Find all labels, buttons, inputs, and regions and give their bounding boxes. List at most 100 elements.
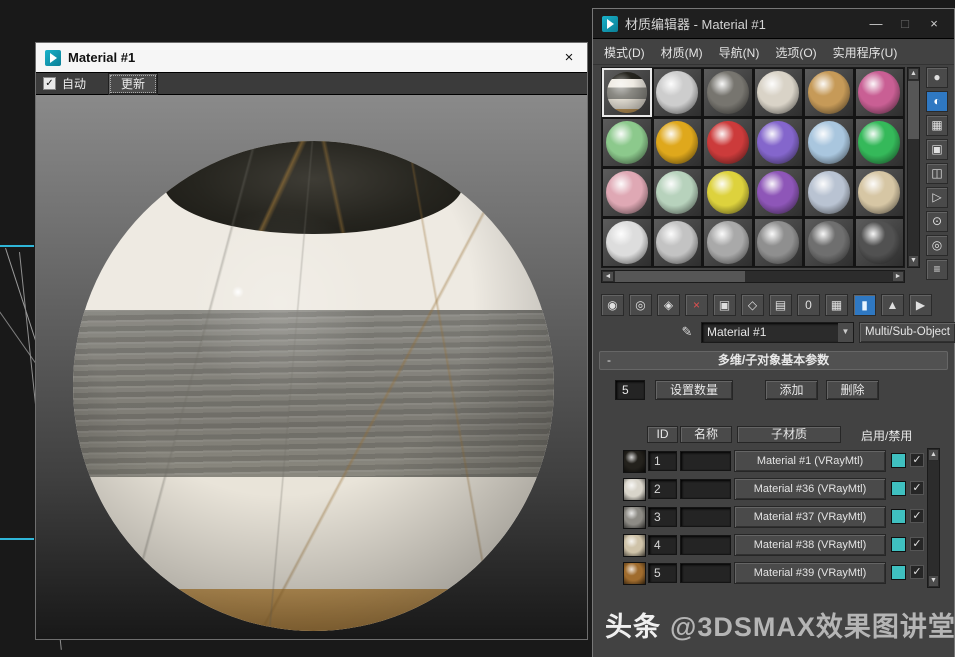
sample-slot-1[interactable] [602, 68, 652, 117]
submaterial-thumbnail[interactable] [623, 506, 646, 529]
id-column-header[interactable]: ID [647, 426, 678, 443]
reset-material-icon[interactable]: × [685, 294, 708, 316]
sample-uv-tiling-icon[interactable]: ▣ [926, 139, 948, 160]
submaterial-button[interactable]: Material #1 (VRayMtl) [734, 450, 886, 472]
scroll-thumb[interactable] [615, 271, 745, 282]
options-icon[interactable]: ⊙ [926, 211, 948, 232]
go-parent-icon[interactable]: ▲ [881, 294, 904, 316]
video-color-check-icon[interactable]: ◫ [926, 163, 948, 184]
put-material-scene-icon[interactable]: ◎ [629, 294, 652, 316]
assign-material-icon[interactable]: ◈ [657, 294, 680, 316]
submaterial-button[interactable]: Material #36 (VRayMtl) [734, 478, 886, 500]
sample-slot-18[interactable] [855, 168, 905, 217]
submaterial-color-swatch[interactable] [891, 509, 906, 524]
menu-item-4[interactable]: 选项(O) [775, 44, 816, 61]
sample-slot-17[interactable] [804, 168, 854, 217]
collapse-icon[interactable]: - [607, 352, 611, 369]
scroll-down-icon[interactable]: ▼ [908, 255, 919, 267]
submaterial-thumbnail[interactable] [623, 450, 646, 473]
scroll-up-icon[interactable]: ▲ [908, 68, 919, 80]
material-name-dropdown[interactable]: Material #1 ▼ [701, 322, 854, 343]
get-material-icon[interactable]: ◉ [601, 294, 624, 316]
select-by-material-icon[interactable]: ◎ [926, 235, 948, 256]
scroll-down-icon[interactable]: ▼ [928, 575, 939, 587]
sample-type-icon[interactable]: ● [926, 67, 948, 88]
submaterial-enable-checkbox[interactable]: ✓ [910, 537, 924, 551]
show-end-result-icon[interactable]: ▮ [853, 294, 876, 316]
go-sibling-icon[interactable]: ▶ [909, 294, 932, 316]
add-button[interactable]: 添加 [765, 380, 818, 400]
sample-slot-11[interactable] [804, 118, 854, 167]
submaterial-color-swatch[interactable] [891, 537, 906, 552]
sample-slot-3[interactable] [703, 68, 753, 117]
sample-slot-9[interactable] [703, 118, 753, 167]
submaterial-button[interactable]: Material #38 (VRayMtl) [734, 534, 886, 556]
maximize-icon[interactable]: □ [894, 16, 916, 31]
menu-item-2[interactable]: 材质(M) [661, 44, 703, 61]
close-icon[interactable]: × [923, 16, 945, 31]
submaterial-thumbnail[interactable] [623, 478, 646, 501]
submaterial-name-input[interactable] [680, 563, 731, 583]
material-type-button[interactable]: Multi/Sub-Object [859, 322, 955, 343]
submaterial-enable-checkbox[interactable]: ✓ [910, 565, 924, 579]
sample-slot-7[interactable] [602, 118, 652, 167]
submaterial-thumbnail[interactable] [623, 534, 646, 557]
sample-slot-24[interactable] [855, 218, 905, 267]
submaterial-name-input[interactable] [680, 451, 731, 471]
show-map-viewport-icon[interactable]: ▦ [825, 294, 848, 316]
sample-slot-22[interactable] [754, 218, 804, 267]
menu-item-3[interactable]: 导航(N) [719, 44, 760, 61]
sample-hscrollbar[interactable]: ◄ ► [601, 270, 905, 283]
submaterial-name-input[interactable] [680, 479, 731, 499]
sample-slot-4[interactable] [754, 68, 804, 117]
name-column-header[interactable]: 名称 [680, 426, 732, 443]
submaterial-button[interactable]: Material #37 (VRayMtl) [734, 506, 886, 528]
submaterial-color-swatch[interactable] [891, 565, 906, 580]
menu-item-1[interactable]: 模式(D) [604, 44, 645, 61]
make-preview-icon[interactable]: ▷ [926, 187, 948, 208]
sample-slot-6[interactable] [855, 68, 905, 117]
scroll-right-icon[interactable]: ► [892, 271, 904, 282]
submaterial-thumbnail[interactable] [623, 562, 646, 585]
scroll-left-icon[interactable]: ◄ [602, 271, 614, 282]
sample-slot-5[interactable] [804, 68, 854, 117]
scroll-thumb[interactable] [908, 81, 919, 139]
background-icon[interactable]: ▦ [926, 115, 948, 136]
list-scrollbar[interactable]: ▲ ▼ [927, 448, 940, 588]
backlight-icon[interactable]: ◐ [926, 91, 948, 112]
minimize-icon[interactable]: — [865, 16, 887, 31]
scroll-up-icon[interactable]: ▲ [928, 449, 939, 461]
submaterial-color-swatch[interactable] [891, 481, 906, 496]
put-to-library-icon[interactable]: ▤ [769, 294, 792, 316]
update-button[interactable]: 更新 [108, 73, 158, 95]
sample-slot-12[interactable] [855, 118, 905, 167]
sample-slot-15[interactable] [703, 168, 753, 217]
submaterial-enable-checkbox[interactable]: ✓ [910, 453, 924, 467]
submaterial-enable-checkbox[interactable]: ✓ [910, 481, 924, 495]
sample-slot-2[interactable] [653, 68, 703, 117]
set-number-button[interactable]: 设置数量 [655, 380, 733, 400]
sample-vscrollbar[interactable]: ▲ ▼ [907, 67, 920, 268]
make-unique-icon[interactable]: ◇ [741, 294, 764, 316]
sample-slot-8[interactable] [653, 118, 703, 167]
sample-slot-10[interactable] [754, 118, 804, 167]
material-map-navigator-icon[interactable]: ≡ [926, 259, 948, 280]
sample-slot-20[interactable] [653, 218, 703, 267]
preview-window-titlebar[interactable]: Material #1 × [36, 43, 587, 72]
close-icon[interactable]: × [560, 49, 578, 66]
material-count-field[interactable]: 5 [615, 380, 645, 400]
menu-item-5[interactable]: 实用程序(U) [833, 44, 898, 61]
submaterial-enable-checkbox[interactable]: ✓ [910, 509, 924, 523]
auto-update-checkbox[interactable]: ✓ [43, 77, 56, 90]
chevron-down-icon[interactable]: ▼ [838, 323, 853, 342]
submaterial-column-header[interactable]: 子材质 [737, 426, 841, 443]
material-id-icon[interactable]: 0 [797, 294, 820, 316]
submaterial-name-input[interactable] [680, 507, 731, 527]
submaterial-color-swatch[interactable] [891, 453, 906, 468]
submaterial-name-input[interactable] [680, 535, 731, 555]
delete-button[interactable]: 删除 [826, 380, 879, 400]
sample-slot-13[interactable] [602, 168, 652, 217]
sample-slot-23[interactable] [804, 218, 854, 267]
sample-slot-19[interactable] [602, 218, 652, 267]
sample-slot-16[interactable] [754, 168, 804, 217]
